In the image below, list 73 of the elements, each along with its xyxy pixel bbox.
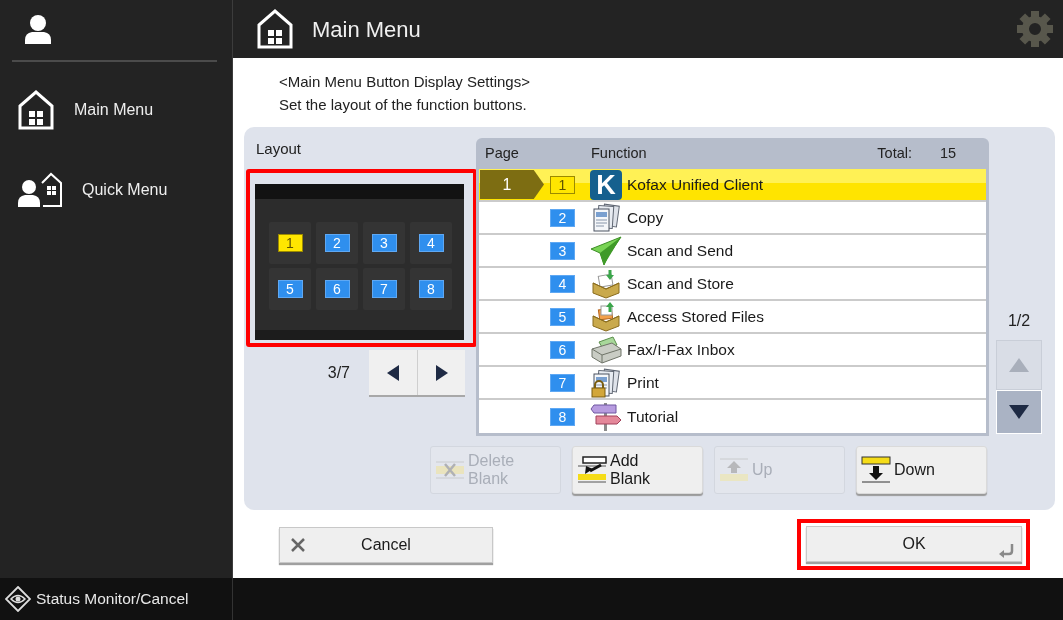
- caret-left-icon: [387, 364, 399, 381]
- function-row[interactable]: 6 Fax/I-Fax Inbox: [479, 334, 986, 367]
- function-row[interactable]: 4 Scan and Store: [479, 268, 986, 301]
- next-button[interactable]: [417, 350, 465, 395]
- documents-with-padlock-icon: [590, 367, 622, 398]
- row-insert-icon: [577, 456, 607, 484]
- column-header: Page: [485, 143, 520, 163]
- signpost-icon: [590, 401, 622, 432]
- person-house-icon: [18, 172, 62, 208]
- caret-up-icon: [1009, 358, 1029, 372]
- ok-button[interactable]: OK: [806, 526, 1022, 562]
- number-badge: 7: [371, 280, 397, 298]
- number-badge: 2: [324, 234, 350, 252]
- cancel-button[interactable]: Cancel: [279, 526, 493, 563]
- close-icon: [290, 536, 306, 553]
- number-badge: 6: [324, 280, 350, 298]
- number-badge: 3: [550, 241, 575, 260]
- function-label: Scan and Store: [627, 273, 734, 294]
- page-indicator: 1/2: [1006, 311, 1032, 331]
- function-label: Access Stored Files: [627, 306, 764, 327]
- total-count: 15: [940, 143, 958, 163]
- function-label: Copy: [627, 207, 664, 228]
- layout-label: Layout: [255, 139, 303, 159]
- documents-icon: [590, 202, 622, 233]
- eye-icon: [5, 586, 31, 612]
- sidebar-item[interactable]: Quick Menu: [0, 150, 232, 230]
- function-label: Print: [627, 372, 659, 393]
- row-down-icon: [861, 456, 891, 484]
- page-marker: 1: [480, 170, 544, 199]
- total-label: Total:: [877, 143, 912, 163]
- function-label: Fax/I-Fax Inbox: [627, 339, 735, 360]
- return-arrow-icon: [998, 542, 1014, 558]
- action-button[interactable]: Down: [856, 446, 987, 494]
- action-button[interactable]: Add Blank: [572, 446, 703, 494]
- column-header: Function: [591, 143, 648, 163]
- function-row[interactable]: 1 1 K Kofax Unified Client: [479, 169, 986, 202]
- page-indicator: 3/7: [327, 362, 350, 383]
- number-badge: 8: [550, 407, 575, 426]
- logo-icon: K: [590, 169, 622, 200]
- number-badge: 7: [550, 373, 575, 392]
- function-row[interactable]: 3 Scan and Send: [479, 235, 986, 268]
- scroll-down-button[interactable]: [996, 390, 1042, 434]
- function-row[interactable]: 2 Copy: [479, 202, 986, 235]
- number-badge: 5: [277, 280, 303, 298]
- number-badge: 6: [550, 340, 575, 359]
- row-up-icon: [719, 456, 749, 484]
- caret-right-icon: [435, 364, 448, 381]
- number-badge: 4: [418, 234, 444, 252]
- sidebar-item[interactable]: Main Menu: [0, 70, 232, 150]
- box-with-files-icon: [590, 301, 622, 332]
- instruction-text: <Main Menu Button Display Settings>: [278, 72, 531, 92]
- house-icon: [18, 90, 54, 130]
- screen-title: Main Menu: [312, 15, 421, 44]
- function-row[interactable]: 5 Access Stored Files: [479, 301, 986, 334]
- number-badge: 1: [550, 175, 575, 194]
- house-icon: [257, 9, 293, 49]
- function-label: Tutorial: [627, 406, 679, 427]
- number-badge: 4: [550, 274, 575, 293]
- caret-down-icon: [1009, 405, 1029, 419]
- number-badge: 8: [418, 280, 444, 298]
- paper-plane-icon: [590, 235, 622, 266]
- function-label: Scan and Send: [627, 240, 733, 261]
- function-label: Kofax Unified Client: [627, 174, 764, 195]
- number-badge: 5: [550, 307, 575, 326]
- number-badge: 3: [371, 234, 397, 252]
- number-badge: 1: [277, 234, 303, 252]
- function-row[interactable]: 7 Print: [479, 367, 986, 400]
- user-icon[interactable]: [24, 14, 52, 44]
- instruction-text: Set the layout of the function buttons.: [278, 95, 528, 115]
- number-badge: 2: [550, 208, 575, 227]
- fax-machine-icon: [590, 334, 622, 365]
- box-with-document-icon: [590, 268, 622, 299]
- previous-button[interactable]: [369, 350, 417, 395]
